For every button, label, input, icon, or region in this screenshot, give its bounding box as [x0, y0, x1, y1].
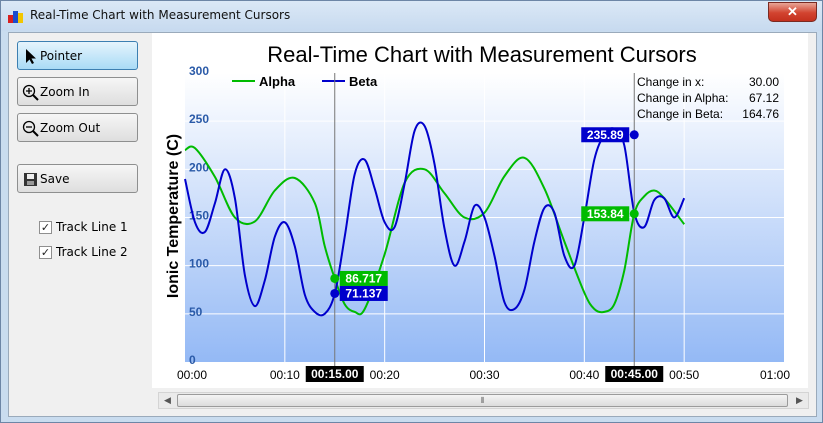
- cursor-point-alpha: [629, 209, 639, 219]
- app-window: Real-Time Chart with Measurement Cursors…: [0, 0, 823, 423]
- zoom-out-button[interactable]: Zoom Out: [17, 113, 138, 142]
- checkmark-icon: ✓: [39, 246, 52, 259]
- close-icon: ✕: [787, 4, 798, 19]
- checkmark-icon: ✓: [39, 221, 52, 234]
- close-button[interactable]: ✕: [768, 2, 817, 22]
- x-tick-label: 01:00: [760, 368, 790, 382]
- legend-alpha-label: Alpha: [259, 74, 296, 89]
- left-toolbar: Pointer Zoom In Zoom Out Save ✓ Track Li…: [9, 33, 152, 416]
- legend-beta-label: Beta: [349, 74, 378, 89]
- zoom-in-icon: [22, 84, 39, 101]
- scrollbar-thumb[interactable]: ⦀: [177, 394, 788, 407]
- cursor-time-label: 00:15.00: [311, 367, 359, 381]
- track-line-1-label: Track Line 1: [56, 220, 128, 234]
- measure-value-beta: 164.76: [742, 107, 779, 121]
- y-tick-label: 0: [189, 353, 196, 367]
- cursor-time-label: 00:45.00: [611, 367, 659, 381]
- cursor-point-beta: [629, 130, 639, 140]
- cursor-point-alpha: [330, 273, 340, 283]
- y-axis-label: Ionic Temperature (C): [165, 134, 182, 298]
- cursor-value-label: 71.137: [345, 286, 382, 300]
- save-button[interactable]: Save: [17, 164, 138, 193]
- x-tick-label: 00:40: [569, 368, 599, 382]
- zoom-out-icon: [22, 120, 39, 137]
- pointer-icon: [26, 49, 36, 64]
- chart[interactable]: Real-Time Chart with Measurement Cursors…: [152, 33, 808, 388]
- measure-value-alpha: 67.12: [749, 91, 779, 105]
- track-line-2-checkbox[interactable]: ✓ Track Line 2: [39, 245, 139, 261]
- floppy-disk-icon: [24, 173, 37, 186]
- measure-value-x: 30.00: [749, 75, 779, 89]
- zoom-out-label: Zoom Out: [40, 121, 101, 135]
- track-line-1-checkbox[interactable]: ✓ Track Line 1: [39, 220, 139, 236]
- horizontal-scrollbar[interactable]: ◀ ⦀ ▶: [158, 392, 809, 409]
- pointer-label: Pointer: [40, 49, 83, 63]
- y-tick-label: 250: [189, 112, 209, 126]
- cursor-point-beta: [330, 288, 340, 298]
- grip-icon: ⦀: [480, 396, 485, 405]
- measure-label-x: Change in x:: [637, 75, 704, 89]
- y-tick-label: 100: [189, 257, 209, 271]
- pointer-button[interactable]: Pointer: [17, 41, 138, 70]
- zoom-in-button[interactable]: Zoom In: [17, 77, 138, 106]
- x-tick-label: 00:00: [177, 368, 207, 382]
- chart-area[interactable]: Real-Time Chart with Measurement Cursors…: [152, 33, 808, 388]
- scroll-left-icon[interactable]: ◀: [159, 393, 176, 408]
- measure-label-alpha: Change in Alpha:: [637, 91, 728, 105]
- x-tick-label: 00:10: [270, 368, 300, 382]
- save-label: Save: [40, 172, 70, 186]
- measure-label-beta: Change in Beta:: [637, 107, 723, 121]
- app-icon: [8, 11, 23, 23]
- chart-title: Real-Time Chart with Measurement Cursors: [267, 42, 697, 67]
- x-tick-label: 00:30: [469, 368, 499, 382]
- zoom-in-label: Zoom In: [40, 85, 90, 99]
- title-bar[interactable]: Real-Time Chart with Measurement Cursors…: [1, 1, 822, 31]
- client-area: Pointer Zoom In Zoom Out Save ✓ Track Li…: [8, 32, 817, 417]
- track-line-2-label: Track Line 2: [56, 245, 128, 259]
- cursor-value-label: 153.84: [587, 207, 624, 221]
- y-tick-label: 300: [189, 64, 209, 78]
- y-tick-label: 50: [189, 305, 203, 319]
- window-title: Real-Time Chart with Measurement Cursors: [30, 8, 291, 22]
- x-tick-label: 00:50: [669, 368, 699, 382]
- scroll-right-icon[interactable]: ▶: [791, 393, 808, 408]
- x-tick-label: 00:20: [370, 368, 400, 382]
- cursor-value-label: 86.717: [345, 271, 382, 285]
- cursor-value-label: 235.89: [587, 128, 624, 142]
